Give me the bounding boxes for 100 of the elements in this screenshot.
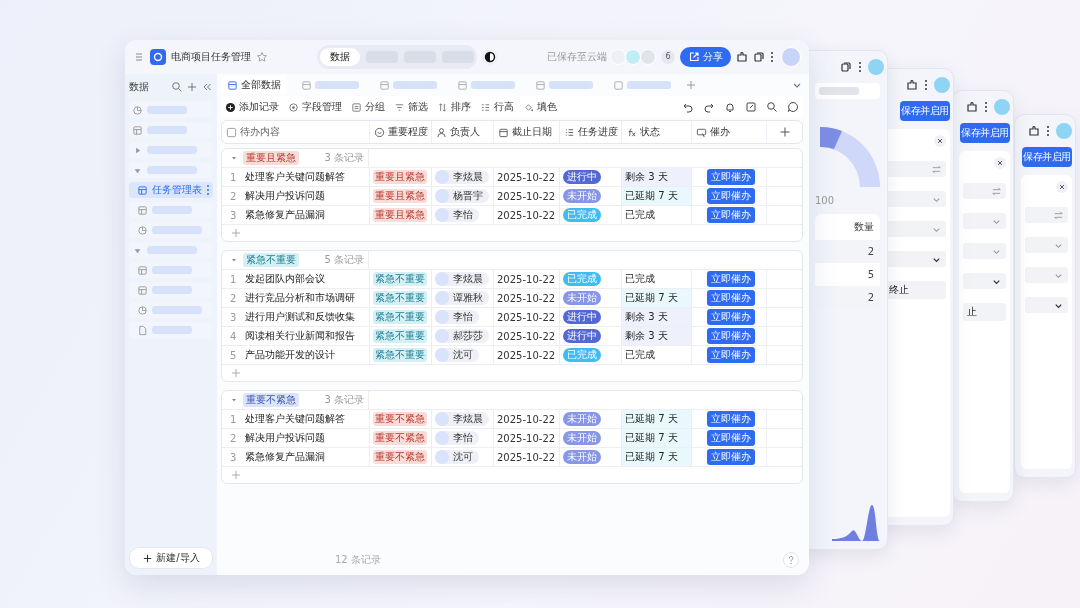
plus-icon[interactable] xyxy=(685,79,697,91)
column-header[interactable]: 任务进度 xyxy=(559,121,621,143)
input-field[interactable]: 止 xyxy=(963,303,1006,321)
caret-icon[interactable] xyxy=(230,396,238,404)
add-row-icon[interactable] xyxy=(230,469,242,481)
avatar[interactable] xyxy=(625,49,641,65)
sidebar-item[interactable] xyxy=(129,282,213,298)
select-field[interactable] xyxy=(885,251,946,267)
select-field[interactable] xyxy=(1025,237,1068,253)
more-icon[interactable] xyxy=(1046,125,1050,137)
sidebar-item[interactable] xyxy=(129,302,213,318)
avatar[interactable] xyxy=(781,47,801,67)
edit-icon[interactable] xyxy=(745,101,757,113)
add-row-icon[interactable] xyxy=(230,367,242,379)
sidebar-item[interactable] xyxy=(129,162,213,178)
close-icon[interactable] xyxy=(1056,181,1068,193)
search-field[interactable] xyxy=(815,83,880,99)
redo-icon[interactable] xyxy=(703,101,715,113)
select-field[interactable] xyxy=(1025,207,1068,223)
help-icon[interactable] xyxy=(783,552,799,568)
save-button[interactable]: 保存并启用 xyxy=(960,123,1010,143)
sidebar-item[interactable] xyxy=(129,322,213,338)
column-header[interactable]: 重要程度 xyxy=(369,121,431,143)
toolbar-button[interactable]: 字段管理 xyxy=(288,100,342,114)
collapse-icon[interactable] xyxy=(201,81,213,93)
input-field[interactable]: 终止 xyxy=(885,281,946,299)
theme-toggle-icon[interactable] xyxy=(482,49,498,65)
sidebar-item[interactable] xyxy=(129,102,213,118)
remind-button[interactable]: 立即催办 xyxy=(707,309,755,325)
toolbar-button[interactable]: 填色 xyxy=(523,100,557,114)
more-icon[interactable] xyxy=(858,61,862,73)
remind-button[interactable]: 立即催办 xyxy=(707,271,755,287)
search-icon[interactable] xyxy=(171,81,183,93)
toolbar-button[interactable]: 排序 xyxy=(437,100,471,114)
bell-icon[interactable] xyxy=(724,101,736,113)
more-icon[interactable] xyxy=(206,184,210,196)
sidebar-item[interactable] xyxy=(129,242,213,258)
remind-button[interactable]: 立即催办 xyxy=(707,449,755,465)
select-field[interactable] xyxy=(963,183,1006,199)
select-field[interactable] xyxy=(963,213,1006,229)
sidebar-item[interactable] xyxy=(129,202,213,218)
sidebar-item[interactable] xyxy=(129,142,213,158)
remind-button[interactable]: 立即催办 xyxy=(707,430,755,446)
select-field[interactable] xyxy=(1025,267,1068,283)
avatar[interactable] xyxy=(868,59,884,75)
close-icon[interactable] xyxy=(994,157,1006,169)
sidebar-item[interactable] xyxy=(129,222,213,238)
table-cell: 2025-10-22 xyxy=(493,168,559,186)
column-header[interactable]: 负责人 xyxy=(431,121,493,143)
select-field[interactable] xyxy=(885,221,946,237)
mode-tab[interactable]: 数据 xyxy=(320,48,360,66)
toolbar-button[interactable]: 添加记录 xyxy=(225,100,279,114)
column-header[interactable]: 状态 xyxy=(621,121,691,143)
share-button[interactable]: 分享 xyxy=(680,47,731,67)
select-field[interactable] xyxy=(1025,297,1068,313)
remind-button[interactable]: 立即催办 xyxy=(707,347,755,363)
remind-button[interactable]: 立即催办 xyxy=(707,411,755,427)
toolbar-button[interactable]: 筛选 xyxy=(394,100,428,114)
avatar[interactable] xyxy=(1056,123,1072,139)
caret-icon[interactable] xyxy=(230,256,238,264)
select-field[interactable] xyxy=(885,161,946,177)
copy-icon[interactable] xyxy=(840,61,852,73)
remind-button[interactable]: 立即催办 xyxy=(707,290,755,306)
select-field[interactable] xyxy=(885,191,946,207)
select-field[interactable] xyxy=(963,243,1006,259)
comment-icon[interactable] xyxy=(787,101,799,113)
toolbar-button[interactable]: 行高 xyxy=(480,100,514,114)
remind-button[interactable]: 立即催办 xyxy=(707,188,755,204)
add-row-icon[interactable] xyxy=(230,227,242,239)
view-tab[interactable]: 全部数据 xyxy=(221,76,287,94)
search-icon[interactable] xyxy=(766,101,778,113)
menu-icon[interactable] xyxy=(133,51,145,63)
copy-icon[interactable] xyxy=(753,51,765,63)
column-header[interactable]: 催办 xyxy=(691,121,766,143)
avatar[interactable] xyxy=(934,77,950,93)
close-icon[interactable] xyxy=(934,135,946,147)
more-icon[interactable] xyxy=(984,101,988,113)
column-header[interactable]: 待办内容 xyxy=(222,121,369,143)
sidebar-item[interactable] xyxy=(129,262,213,278)
select-field[interactable] xyxy=(963,273,1006,289)
collaborator-count[interactable]: 6 xyxy=(661,50,675,64)
save-button[interactable]: 保存并启用 xyxy=(1022,147,1072,167)
sidebar-item[interactable] xyxy=(129,122,213,138)
caret-icon[interactable] xyxy=(230,154,238,162)
star-icon[interactable] xyxy=(256,51,268,63)
remind-button[interactable]: 立即催办 xyxy=(707,207,755,223)
more-icon[interactable] xyxy=(770,51,774,63)
toolbar-button[interactable]: 分组 xyxy=(351,100,385,114)
avatar[interactable] xyxy=(610,49,626,65)
plus-icon[interactable] xyxy=(186,81,198,93)
save-button[interactable]: 保存并启用 xyxy=(900,101,950,121)
column-header[interactable]: 截止日期 xyxy=(493,121,559,143)
undo-icon[interactable] xyxy=(682,101,694,113)
more-icon[interactable] xyxy=(924,79,928,91)
sidebar-item[interactable]: 任务管理表 xyxy=(129,182,213,198)
remind-button[interactable]: 立即催办 xyxy=(707,328,755,344)
remind-button[interactable]: 立即催办 xyxy=(707,169,755,185)
avatar[interactable] xyxy=(994,99,1010,115)
avatar[interactable] xyxy=(640,49,656,65)
new-import-button[interactable]: 新建/导入 xyxy=(129,547,213,569)
